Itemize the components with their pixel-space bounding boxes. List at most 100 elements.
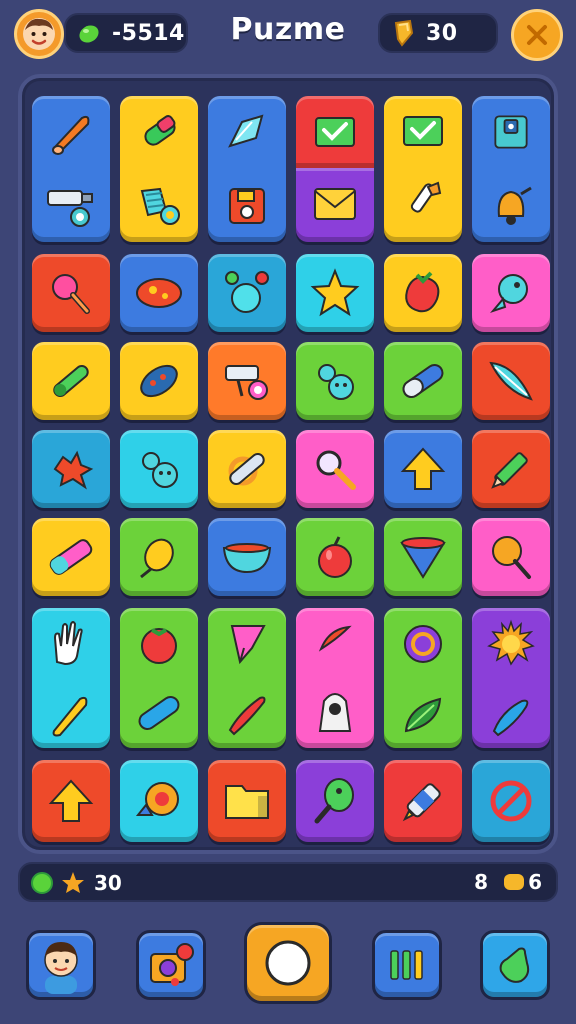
top-bar: -5514 Puzme 30 <box>0 0 576 66</box>
camera-nav-button[interactable] <box>136 930 206 1000</box>
board-tile[interactable] <box>120 254 198 332</box>
chili-icon <box>228 696 266 736</box>
board-tile[interactable] <box>296 430 374 508</box>
board-tile[interactable] <box>32 96 110 242</box>
board-tile[interactable] <box>384 760 462 842</box>
board-tile[interactable] <box>296 254 374 332</box>
board-tile[interactable] <box>384 342 462 420</box>
glove-icon <box>53 620 83 665</box>
gems-value: -5514 <box>112 20 185 46</box>
board-tile[interactable] <box>208 760 286 842</box>
board-tile[interactable] <box>32 430 110 508</box>
board-tile[interactable] <box>384 254 462 332</box>
floppy-disk-icon <box>229 187 265 224</box>
snail-icon <box>135 782 179 816</box>
close-button[interactable] <box>511 9 563 61</box>
strawberry-icon <box>405 271 440 313</box>
gems-counter: -5514 <box>64 13 188 53</box>
board-tile[interactable] <box>384 608 462 748</box>
board-tile[interactable] <box>472 518 550 596</box>
board-tile[interactable] <box>120 518 198 596</box>
brush-icon <box>410 181 442 213</box>
board-tile[interactable] <box>296 518 374 596</box>
fish-icon <box>136 278 182 308</box>
racket-icon <box>314 778 354 824</box>
board-tile[interactable] <box>208 342 286 420</box>
carrot-icon <box>52 115 90 155</box>
capsule-icon <box>402 363 444 399</box>
board-tile[interactable] <box>472 608 550 748</box>
board-tile[interactable] <box>32 760 110 842</box>
board-tile[interactable] <box>208 430 286 508</box>
circle-icon <box>265 940 311 986</box>
board-tile[interactable] <box>296 342 374 420</box>
pencil-icon <box>491 452 528 489</box>
board-tile[interactable] <box>208 518 286 596</box>
board-tile[interactable] <box>32 518 110 596</box>
stars-value: 30 <box>94 871 122 895</box>
bubbles-icon <box>225 271 269 313</box>
coin-icon <box>394 19 414 47</box>
towel-icon <box>140 187 180 225</box>
puzzle-board <box>18 74 558 854</box>
board-tile[interactable] <box>120 430 198 508</box>
board-tile[interactable] <box>32 254 110 332</box>
coins-status: 8 6 <box>466 870 542 894</box>
board-tile[interactable] <box>120 760 198 842</box>
board-tile[interactable] <box>384 96 462 242</box>
crystal-icon <box>228 114 264 148</box>
bandage-icon <box>228 453 265 486</box>
cone-icon <box>400 537 446 579</box>
apple-icon <box>318 536 352 578</box>
board-tile[interactable] <box>120 342 198 420</box>
magnifier-icon <box>316 450 356 490</box>
pepper-icon <box>492 699 529 736</box>
feather-icon <box>489 361 533 401</box>
coin-icon <box>504 874 525 890</box>
board-tile[interactable] <box>296 760 374 842</box>
board-tile[interactable] <box>472 760 550 842</box>
boost-nav-button[interactable] <box>480 930 550 1000</box>
page-title: Puzme <box>230 12 346 47</box>
coins-value: 30 <box>426 20 458 46</box>
board-tile[interactable] <box>296 168 374 242</box>
board-tile[interactable] <box>472 96 550 242</box>
board-tile[interactable] <box>384 518 462 596</box>
stars-counter: 30 <box>30 870 122 896</box>
board-tile[interactable] <box>32 342 110 420</box>
camera-icon <box>225 365 268 400</box>
board-tile[interactable] <box>472 342 550 420</box>
bars-icon <box>390 950 423 980</box>
profile-avatar-button[interactable] <box>14 9 64 59</box>
board-tile[interactable] <box>208 96 286 242</box>
bottle-icon <box>499 947 530 983</box>
green-gem-icon <box>31 872 53 894</box>
carrot-icon <box>52 696 88 736</box>
capsule-icon <box>138 695 180 730</box>
board-tile[interactable] <box>472 430 550 508</box>
swirl-icon <box>404 624 442 663</box>
levels-nav-button[interactable] <box>372 930 442 1000</box>
sun-icon <box>487 619 535 666</box>
fish-icon <box>489 274 528 314</box>
board-tile[interactable] <box>208 254 286 332</box>
board-tile[interactable] <box>296 608 374 748</box>
board-tile[interactable] <box>472 254 550 332</box>
board-tile[interactable] <box>208 608 286 748</box>
bugs-icon <box>142 452 178 488</box>
board-tile[interactable] <box>120 96 198 242</box>
eraser-icon <box>49 539 93 575</box>
status-coins: 6 <box>528 870 542 894</box>
tube-icon <box>144 114 176 146</box>
board-tile[interactable] <box>120 608 198 748</box>
board-tile[interactable] <box>32 608 110 748</box>
bug-icon <box>140 364 178 398</box>
play-nav-button[interactable] <box>244 922 332 1004</box>
camera-icon <box>47 189 93 227</box>
board-tile[interactable] <box>384 430 462 508</box>
gem-icon <box>230 625 266 665</box>
flower-icon <box>52 274 90 314</box>
profile-nav-button[interactable] <box>26 930 96 1000</box>
bell-icon <box>497 186 532 225</box>
board-tile[interactable] <box>296 96 374 168</box>
